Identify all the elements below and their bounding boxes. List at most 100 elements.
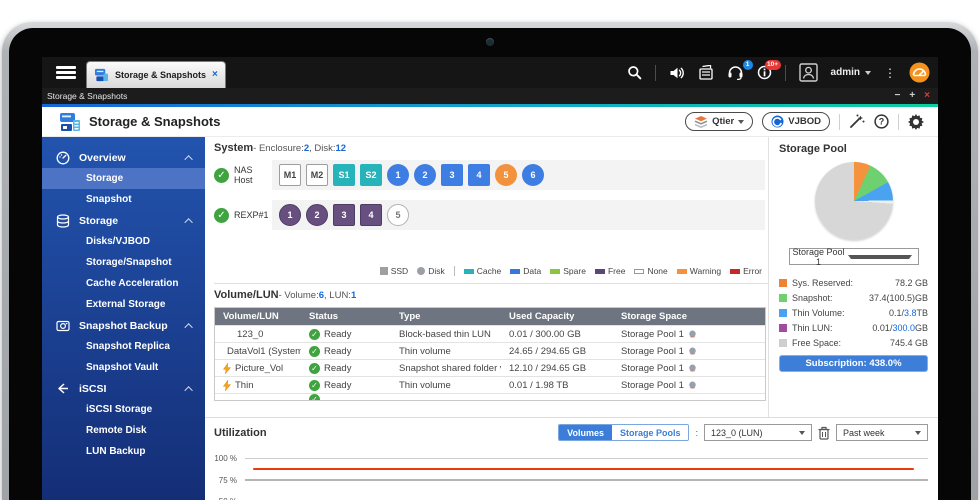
window-title: Storage & Snapshots [42, 91, 127, 101]
volume-icon[interactable] [669, 66, 685, 80]
table-row[interactable]: Thin Ready Thin volume 0.01 / 1.98 TB St… [215, 376, 765, 393]
disk-chip[interactable]: 2 [306, 204, 328, 226]
vjbod-button[interactable]: VJBOD [762, 112, 830, 131]
pool-text: Storage Pool 1 [621, 329, 684, 340]
disk-chip[interactable]: M2 [306, 164, 328, 186]
search-icon[interactable] [627, 65, 642, 80]
enclosure-label: - Enclosure: [253, 143, 304, 154]
table-row[interactable]: Picture_Vol Ready Snapshot shared folder… [215, 359, 765, 376]
chevron-up-icon [184, 155, 192, 163]
col-header: Volume/LUN [215, 311, 301, 322]
disk-chip[interactable]: 6 [522, 164, 544, 186]
period-select[interactable]: Past week [836, 424, 928, 441]
content-area: System - Enclosure: 2 , Disk: 12 NAS Hos… [205, 137, 938, 500]
table-row[interactable]: DataVol1 (System) Ready Thin volume 24.6… [215, 342, 765, 359]
sidebar-item-storage[interactable]: Storage [42, 168, 205, 189]
disk-chip[interactable]: M1 [279, 164, 301, 186]
disk-chip[interactable]: 3 [441, 164, 463, 186]
col-header: Used Capacity [501, 311, 613, 322]
sidebar-item-iscsi-storage[interactable]: iSCSI Storage [42, 399, 205, 420]
legend-row: Free Space: 745.4 GB [779, 335, 928, 350]
disk-swatch [417, 267, 425, 275]
rexp-disk-strip: 1 2 3 4 5 [272, 200, 765, 230]
minimize-button[interactable]: − [894, 90, 900, 102]
sidebar-item-snapshot[interactable]: Snapshot [42, 189, 205, 210]
notifications-icon[interactable]: 1 [727, 65, 744, 80]
dashboard-gauge-icon[interactable] [909, 62, 930, 83]
vjbod-label: VJBOD [788, 116, 821, 127]
settings-gear-icon[interactable] [908, 114, 924, 130]
main-menu-icon[interactable] [56, 66, 76, 79]
sidebar-group-iscsi[interactable]: iSCSI [42, 378, 205, 399]
pool-status-icon [688, 330, 697, 339]
help-icon[interactable]: ? [874, 114, 889, 129]
app-tab-label: Storage & Snapshots [115, 70, 206, 80]
sidebar-item-disks-vjbod[interactable]: Disks/VJBOD [42, 231, 205, 252]
background-tasks-icon[interactable] [698, 65, 714, 80]
utilization-title: Utilization [214, 427, 267, 439]
type-text: Thin volume [399, 380, 451, 391]
qtier-button[interactable]: Qtier [685, 112, 753, 131]
disk-chip[interactable]: 5 [495, 164, 517, 186]
legend-label: Spare [563, 266, 586, 276]
user-avatar[interactable] [799, 63, 818, 82]
toggle-storage-pools[interactable]: Storage Pools [612, 425, 689, 440]
sidebar-group-storage[interactable]: Storage [42, 210, 205, 231]
table-row[interactable]: 123_0 Ready Block-based thin LUN 0.01 / … [215, 325, 765, 342]
tab-close-icon[interactable]: × [212, 70, 218, 80]
disk-chip[interactable]: 4 [468, 164, 490, 186]
sidebar-item-remote-disk[interactable]: Remote Disk [42, 420, 205, 441]
qtier-label: Qtier [712, 116, 734, 127]
user-menu[interactable]: admin [831, 67, 871, 78]
maximize-button[interactable]: + [909, 90, 915, 102]
sys-reserved-swatch [779, 279, 787, 287]
disk-chip[interactable]: 5 [387, 204, 409, 226]
close-button[interactable]: × [924, 90, 930, 102]
rexp-row: REXP#1 1 2 3 4 5 [214, 200, 768, 230]
pool-legend: Sys. Reserved: 78.2 GB Snapshot: 37.4(10… [779, 275, 928, 350]
recommend-wand-icon[interactable] [849, 114, 865, 129]
subscription-button[interactable]: Subscription: 438.0% [779, 355, 928, 372]
toggle-volumes[interactable]: Volumes [559, 425, 612, 440]
sidebar-group-label: Snapshot Backup [79, 320, 168, 332]
trash-icon[interactable] [818, 426, 830, 440]
sidebar-item-external-storage[interactable]: External Storage [42, 294, 205, 315]
sidebar-group-label: Overview [79, 152, 126, 164]
topbar-tray: 1 10+ admin ⋮ [627, 57, 930, 88]
table-row-partial[interactable] [215, 393, 765, 400]
sidebar-group-overview[interactable]: Overview [42, 147, 205, 168]
disk-chip[interactable]: S1 [333, 164, 355, 186]
sidebar-group-label: iSCSI [79, 383, 106, 395]
more-options-icon[interactable]: ⋮ [884, 68, 896, 78]
volume-label: - Volume: [279, 290, 319, 301]
sidebar-item-storage-snapshot[interactable]: Storage/Snapshot [42, 252, 205, 273]
sidebar-item-cache-acceleration[interactable]: Cache Acceleration [42, 273, 205, 294]
sidebar-group-snapshot-backup[interactable]: Snapshot Backup [42, 315, 205, 336]
pool-selector[interactable]: Storage Pool 1 [789, 248, 919, 265]
pool-selector-value: Storage Pool 1 [790, 247, 848, 267]
notification-badge: 1 [743, 60, 753, 70]
used-text: 0.01 / 300.00 GB [509, 329, 581, 340]
header-separator [839, 114, 840, 130]
disk-chip[interactable]: S2 [360, 164, 382, 186]
legend-row: Snapshot: 37.4(100.5)GB [779, 290, 928, 305]
ready-icon [309, 346, 320, 357]
type-text: Thin volume [399, 346, 451, 357]
sidebar-item-lun-backup[interactable]: LUN Backup [42, 441, 205, 462]
disk-chip[interactable]: 1 [279, 204, 301, 226]
disk-chip[interactable]: 4 [360, 204, 382, 226]
storage-snapshots-icon [59, 112, 81, 132]
pool-status-icon [688, 364, 697, 373]
app-tab[interactable]: Storage & Snapshots × [86, 61, 226, 88]
sidebar-item-snapshot-replica[interactable]: Snapshot Replica [42, 336, 205, 357]
status-text: Ready [324, 380, 351, 391]
disk-chip[interactable]: 3 [333, 204, 355, 226]
disk-chip[interactable]: 2 [414, 164, 436, 186]
alerts-icon[interactable]: 10+ [757, 65, 772, 80]
sidebar-item-snapshot-vault[interactable]: Snapshot Vault [42, 357, 205, 378]
target-select[interactable]: 123_0 (LUN) [704, 424, 812, 441]
legend-label: Free Space: [792, 338, 841, 348]
tick-100: 100 % [205, 454, 237, 463]
disk-chip[interactable]: 1 [387, 164, 409, 186]
table-header: Volume/LUN Status Type Used Capacity Sto… [215, 308, 765, 325]
